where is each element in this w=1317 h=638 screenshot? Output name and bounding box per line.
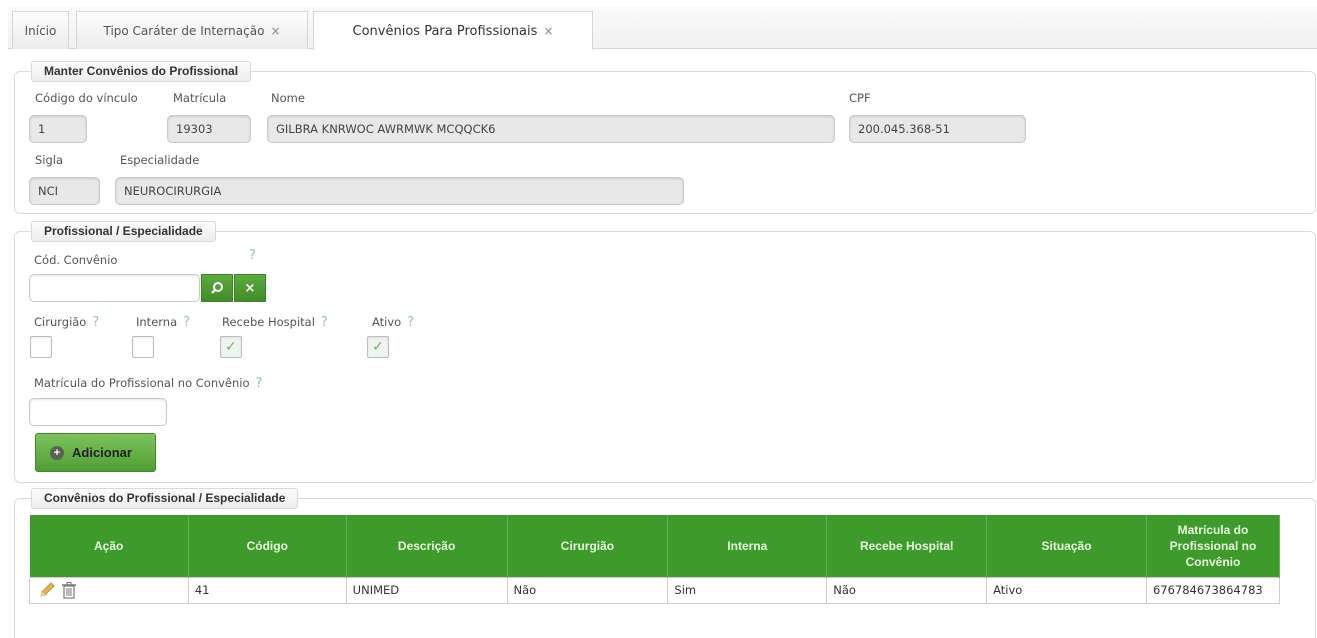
tab-tipo-carater[interactable]: Tipo Caráter de Internação × — [76, 11, 308, 49]
codigo-vinculo-label: Código do vínculo — [35, 91, 138, 105]
tab-label: Início — [24, 23, 57, 38]
profissional-especialidade-fieldset: Profissional / Especialidade — [14, 221, 1316, 483]
codigo-cell: 41 — [187, 576, 347, 604]
especialidade-field: NEUROCIRURGIA — [115, 177, 684, 205]
column-header[interactable]: Ação — [29, 515, 189, 577]
especialidade-label: Especialidade — [120, 153, 200, 167]
table-row: 41 UNIMED Não Sim Não Ativo 676784673864… — [29, 576, 1281, 604]
descricao-cell: UNIMED — [345, 576, 508, 604]
trash-icon[interactable] — [60, 581, 78, 600]
recebe-hospital-cell: Não — [826, 576, 988, 604]
checkmark-icon: ✓ — [225, 339, 237, 355]
interna-checkbox[interactable] — [132, 336, 154, 358]
recebe-hospital-label: Recebe Hospital? — [222, 315, 328, 330]
help-icon[interactable]: ? — [256, 376, 263, 391]
tab-label: Convênios Para Profissionais — [352, 23, 538, 39]
cod-convenio-input[interactable] — [29, 274, 200, 302]
convenios-table: Ação Código Descrição Cirurgião Interna … — [29, 515, 1281, 604]
tab-bar: Início Tipo Caráter de Internação × Conv… — [8, 7, 1317, 50]
codigo-vinculo-field: 1 — [29, 115, 87, 143]
column-header[interactable]: Matrícula do Profissional no Convênio — [1146, 515, 1281, 577]
column-header[interactable]: Cirurgião — [507, 515, 669, 577]
fieldset-legend: Manter Convênios do Profissional — [31, 61, 252, 82]
help-icon[interactable]: ? — [183, 315, 190, 330]
nome-label: Nome — [271, 91, 305, 105]
matricula-field: 19303 — [167, 115, 251, 143]
checkmark-icon: ✓ — [372, 339, 384, 355]
nome-field: GILBRA KNRWOC AWRMWK MCQQCK6 — [267, 115, 835, 143]
cirurgiao-cell: Não — [506, 576, 669, 604]
tab-label: Tipo Caráter de Internação — [103, 23, 265, 38]
table-header-row: Ação Código Descrição Cirurgião Interna … — [29, 515, 1281, 577]
cpf-field: 200.045.368-51 — [849, 115, 1026, 143]
close-icon[interactable]: × — [270, 24, 280, 38]
matricula-cell: 676784673864783 — [1145, 576, 1281, 604]
close-icon: × — [244, 280, 256, 296]
acao-cell — [29, 576, 189, 604]
recebe-hospital-checkbox[interactable]: ✓ — [220, 336, 242, 358]
add-button[interactable]: + Adicionar — [35, 433, 156, 472]
cod-convenio-label: Cód. Convênio — [34, 253, 118, 267]
search-button[interactable] — [201, 274, 233, 302]
fieldset-legend: Profissional / Especialidade — [31, 221, 216, 242]
matricula-label: Matrícula — [173, 91, 227, 105]
tab-inicio[interactable]: Início — [12, 11, 69, 49]
matricula-convenio-input[interactable] — [29, 398, 167, 426]
help-icon[interactable]: ? — [321, 315, 328, 330]
help-icon[interactable]: ? — [92, 315, 99, 330]
cirurgiao-checkbox[interactable] — [30, 336, 52, 358]
add-button-label: Adicionar — [72, 445, 132, 460]
tab-convenios[interactable]: Convênios Para Profissionais × — [313, 11, 593, 50]
column-header[interactable]: Recebe Hospital — [826, 515, 988, 577]
sigla-label: Sigla — [35, 153, 64, 167]
fieldset-legend: Convênios do Profissional / Especialidad… — [31, 488, 299, 509]
help-icon[interactable]: ? — [407, 315, 414, 330]
close-icon[interactable]: × — [543, 24, 553, 38]
column-header[interactable]: Situação — [986, 515, 1147, 577]
cpf-label: CPF — [849, 91, 871, 105]
ativo-label: Ativo? — [372, 315, 415, 330]
matricula-convenio-label: Matrícula do Profissional no Convênio? — [34, 376, 263, 391]
help-icon[interactable]: ? — [249, 248, 256, 263]
clear-button[interactable]: × — [234, 274, 266, 302]
column-header[interactable]: Interna — [667, 515, 828, 577]
interna-cell: Sim — [667, 576, 828, 604]
ativo-checkbox[interactable]: ✓ — [367, 336, 389, 358]
column-header[interactable]: Descrição — [346, 515, 508, 577]
sigla-field: NCI — [29, 177, 100, 205]
edit-pencil-icon[interactable] — [38, 581, 56, 599]
interna-label: Interna? — [136, 315, 191, 330]
situacao-cell: Ativo — [986, 576, 1147, 604]
column-header[interactable]: Código — [188, 515, 347, 577]
cirurgiao-label: Cirurgião? — [34, 315, 100, 330]
plus-icon: + — [50, 445, 64, 460]
search-icon — [211, 282, 223, 294]
